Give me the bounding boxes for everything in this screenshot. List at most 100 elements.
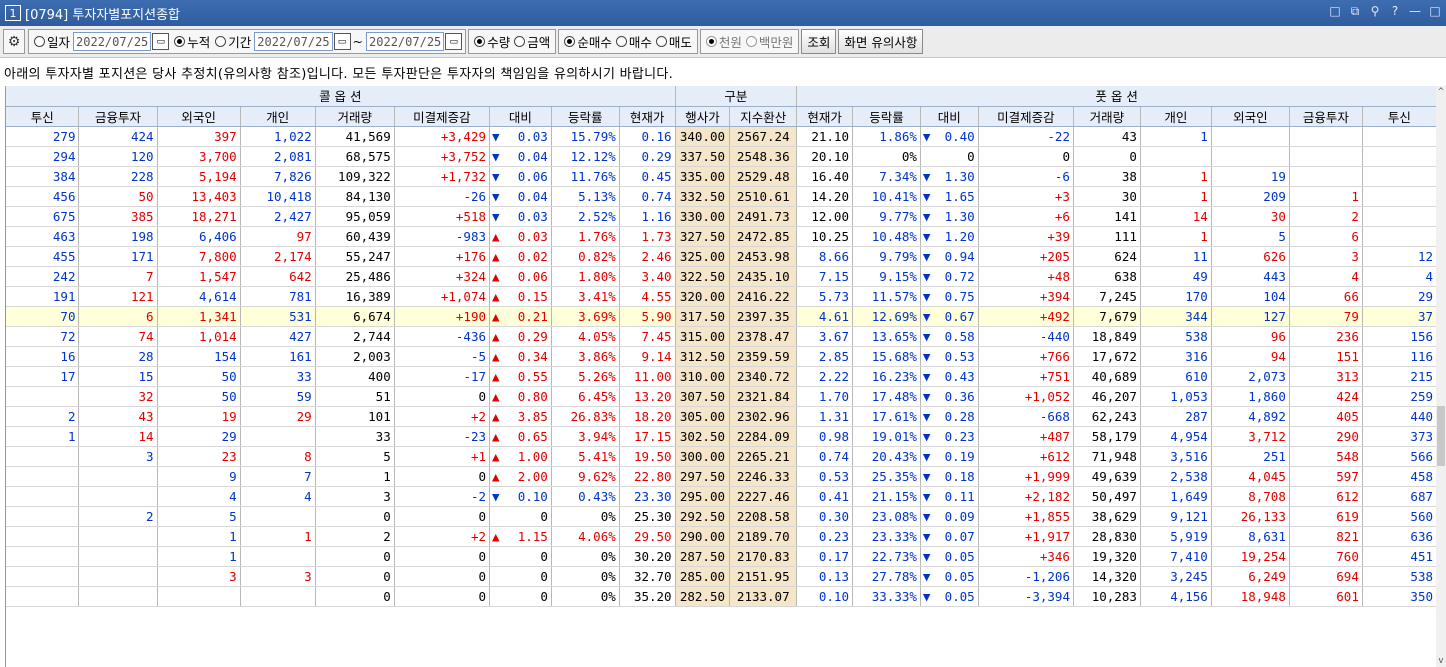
table-cell: 13,403 (157, 186, 241, 207)
vertical-scrollbar[interactable]: ^ v (1436, 86, 1446, 667)
table-cell: 0.06 (489, 266, 552, 287)
table-cell: 0.04 (489, 186, 552, 207)
column-header[interactable]: 대비 (920, 106, 979, 127)
column-header[interactable]: 거래량 (315, 106, 395, 127)
table-row[interactable]: 2794243971,02241,569+3,4290.0315.79%0.16… (6, 126, 1436, 147)
period-from-input[interactable]: 2022/07/25 (254, 32, 333, 51)
column-header[interactable]: 미결제증감 (394, 106, 491, 127)
table-row[interactable]: 17155033400-170.555.26%11.00310.002340.7… (6, 366, 1436, 387)
table-cell: 0.03 (489, 226, 552, 247)
table-cell: 13.20 (619, 386, 676, 407)
maximize-icon[interactable]: □ (1428, 4, 1442, 19)
column-header[interactable]: 등락률 (551, 106, 620, 127)
table-row[interactable]: 11429 33-230.653.94%17.15302.502284.090.9… (6, 426, 1436, 447)
calendar-icon[interactable]: ▭ (333, 33, 351, 50)
radio-sell[interactable] (655, 36, 667, 47)
table-row[interactable]: 4565013,40310,41884,130-260.045.13%0.743… (6, 186, 1436, 207)
column-header[interactable]: 개인 (1140, 106, 1212, 127)
table-row[interactable]: 1911214,61478116,389+1,0740.153.41%4.553… (6, 286, 1436, 307)
table-cell: 335.00 (675, 166, 731, 187)
table-cell: 9.79% (852, 246, 921, 267)
table-cell: 4 (1289, 266, 1363, 287)
table-row[interactable]: 250000%25.30292.502208.580.3023.08%0.09+… (6, 506, 1436, 527)
radio-thousand-won[interactable] (705, 36, 717, 47)
table-row[interactable]: 3250595100.806.45%13.20307.502321.841.70… (6, 386, 1436, 407)
table-cell: 23.08% (852, 506, 921, 527)
column-header[interactable]: 미결제증감 (978, 106, 1074, 127)
period-to-input[interactable]: 2022/07/25 (366, 32, 445, 51)
table-row[interactable]: 10000%30.20287.502170.830.1722.73%0.05+3… (6, 546, 1436, 567)
table-cell: 601 (1289, 586, 1363, 607)
column-header[interactable]: 개인 (240, 106, 316, 127)
column-header[interactable]: 현재가 (796, 106, 853, 127)
table-row[interactable]: 0000%35.20282.502133.070.1033.33%0.05-3,… (6, 586, 1436, 607)
table-cell: 2,744 (315, 326, 395, 347)
day-date-input[interactable]: 2022/07/25 (73, 32, 152, 51)
table-cell: 1.15 (489, 526, 552, 547)
column-header[interactable]: 외국인 (1211, 106, 1290, 127)
search-button[interactable]: 조회 (801, 29, 837, 54)
radio-netbuy[interactable] (564, 36, 576, 47)
column-header[interactable]: 거래량 (1073, 106, 1141, 127)
table-cell: 2170.83 (729, 546, 798, 567)
column-header[interactable]: 현재가 (619, 106, 676, 127)
column-header[interactable]: 투신 (1362, 106, 1436, 127)
radio-cumulative[interactable] (174, 36, 186, 47)
radio-amount[interactable] (514, 36, 526, 47)
radio-buy[interactable] (615, 36, 627, 47)
settings-gear-icon[interactable]: ⚙ (3, 29, 25, 54)
table-row[interactable]: 2941203,7002,08168,575+3,7520.0412.12%0.… (6, 146, 1436, 167)
table-row[interactable]: 16281541612,003-50.343.86%9.14312.502359… (6, 346, 1436, 367)
restore-layout-icon[interactable]: □ (1328, 4, 1342, 19)
column-header[interactable]: 투신 (6, 106, 80, 127)
table-row[interactable]: 67538518,2712,42795,059+5180.032.52%1.16… (6, 206, 1436, 227)
table-cell: 675 (6, 206, 80, 227)
radio-period[interactable] (215, 36, 227, 47)
table-row[interactable]: 4631986,4069760,439-9830.031.76%1.73327.… (6, 226, 1436, 247)
column-header[interactable]: 외국인 (157, 106, 241, 127)
table-row[interactable]: 2431929101+23.8526.83%18.20305.002302.96… (6, 406, 1436, 427)
column-header[interactable]: 행사가 (675, 106, 731, 127)
table-cell: 2,538 (1140, 466, 1212, 487)
table-cell: +487 (978, 426, 1074, 447)
table-row[interactable]: 330000%32.70285.002151.950.1327.78%0.05-… (6, 566, 1436, 587)
table-cell: +612 (978, 446, 1074, 467)
table-cell: 538 (1140, 326, 1212, 347)
table-row[interactable]: 72741,0144272,744-4360.294.05%7.45315.00… (6, 326, 1436, 347)
table-row[interactable]: 443-20.100.43%23.30295.002227.460.4121.1… (6, 486, 1436, 507)
table-cell: +190 (394, 306, 491, 327)
table-row[interactable]: 7061,3415316,674+1900.213.69%5.90317.502… (6, 306, 1436, 327)
table-row[interactable]: 32385+11.005.41%19.50300.002265.210.7420… (6, 446, 1436, 467)
table-cell: 29 (157, 426, 241, 447)
calendar-icon[interactable]: ▭ (152, 33, 170, 50)
help-icon[interactable]: ? (1388, 4, 1402, 19)
column-header[interactable]: 등락률 (852, 106, 921, 127)
column-header[interactable]: 금융투자 (78, 106, 158, 127)
scroll-thumb[interactable] (1437, 406, 1445, 466)
table-cell: 11.57% (852, 286, 921, 307)
calendar-icon[interactable]: ▭ (445, 33, 463, 50)
table-row[interactable]: 4551717,8002,17455,247+1760.020.82%2.463… (6, 246, 1436, 267)
table-cell: 0.72 (920, 266, 979, 287)
screen-notice-button[interactable]: 화면 유의사항 (838, 29, 924, 54)
table-cell: +346 (978, 546, 1074, 567)
minimize-icon[interactable]: — (1408, 4, 1422, 19)
column-header[interactable]: 금융투자 (1289, 106, 1363, 127)
scroll-up-icon[interactable]: ^ (1436, 86, 1446, 98)
scroll-down-icon[interactable]: v (1436, 655, 1446, 667)
table-row[interactable]: 3842285,1947,826109,322+1,7320.0611.76%0… (6, 166, 1436, 187)
pin-icon[interactable]: ⚲ (1368, 4, 1382, 19)
tile-window-icon[interactable]: ⧉ (1348, 4, 1362, 19)
radio-million-won[interactable] (745, 36, 757, 47)
table-row[interactable]: 97102.009.62%22.80297.502246.330.5325.35… (6, 466, 1436, 487)
column-header[interactable]: 지수환산 (729, 106, 798, 127)
table-cell: 332.50 (675, 186, 731, 207)
table-row[interactable]: 24271,54764225,486+3240.061.80%3.40322.5… (6, 266, 1436, 287)
column-header[interactable]: 대비 (489, 106, 552, 127)
radio-quantity[interactable] (474, 36, 486, 47)
table-cell: 624 (1073, 246, 1141, 267)
table-cell: 19.01% (852, 426, 921, 447)
radio-day[interactable] (34, 36, 45, 47)
table-row[interactable]: 112+21.154.06%29.50290.002189.700.2323.3… (6, 526, 1436, 547)
table-cell (1289, 146, 1363, 167)
